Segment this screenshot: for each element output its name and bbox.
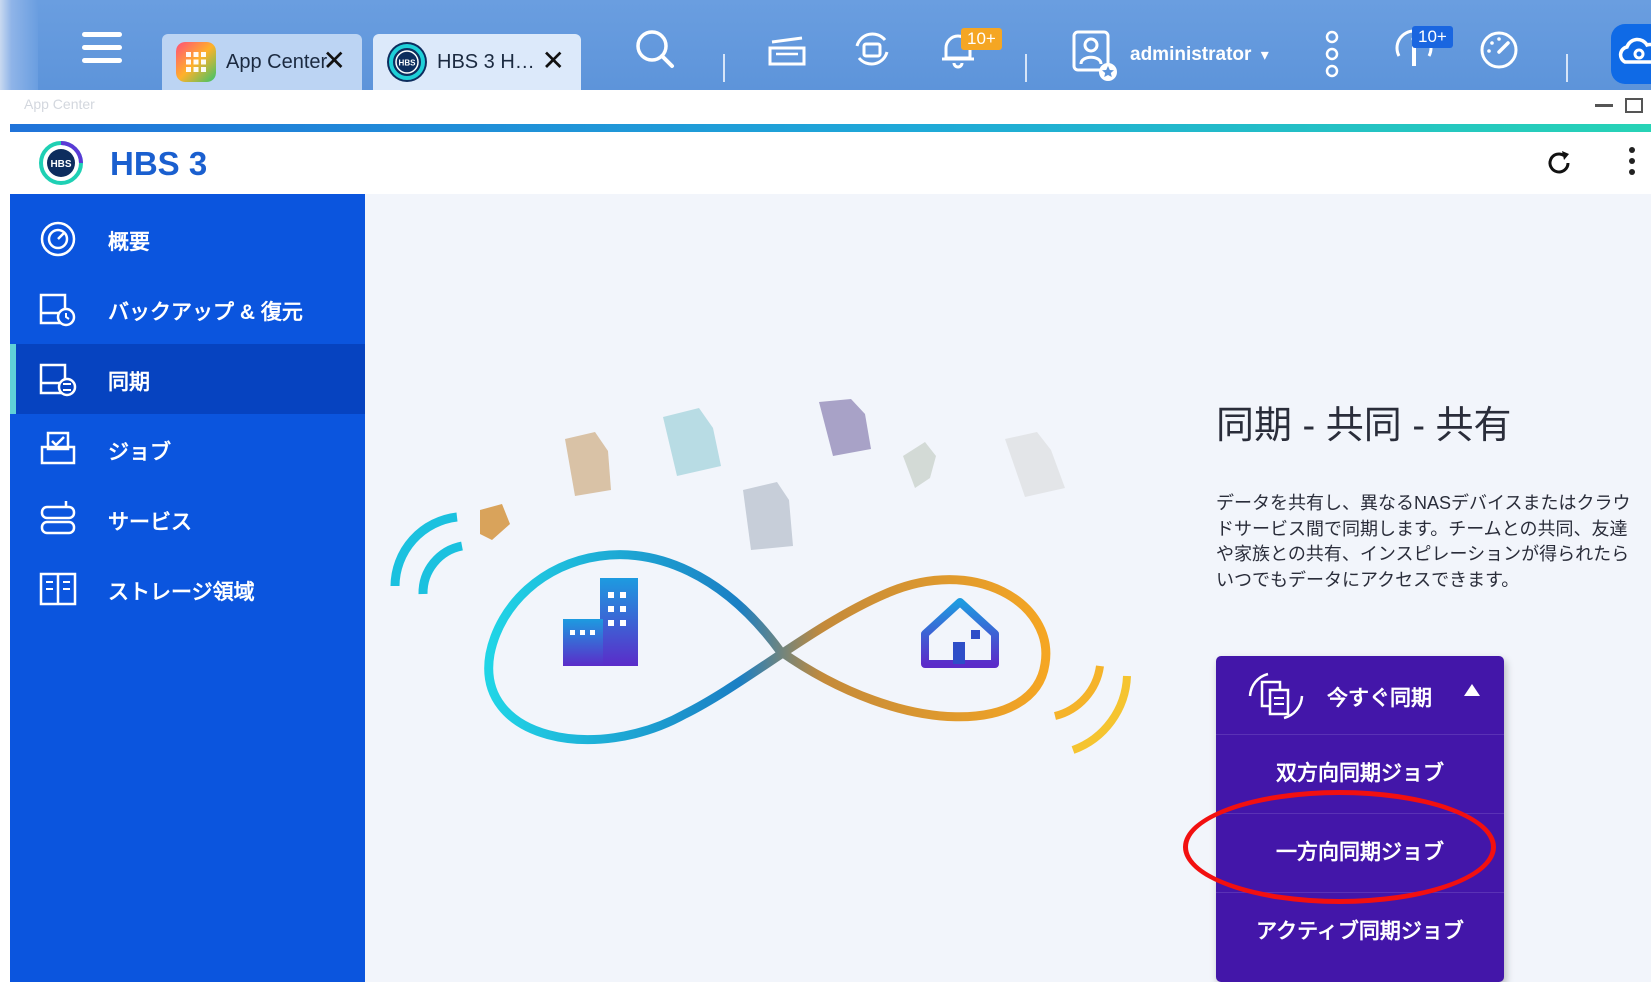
app-title: HBS 3 (110, 145, 208, 182)
minimize-icon[interactable] (1595, 104, 1613, 107)
sidebar-item-label: ストレージ領域 (108, 581, 255, 604)
sidebar: 概要 バックアップ & 復元 同期 ジョブ サービス ストレージ領域 (10, 194, 365, 982)
sidebar-item-label: バックアップ & 復元 (108, 301, 303, 324)
sync-files-icon (1248, 672, 1304, 720)
jobs-icon (40, 431, 76, 465)
window-title: App Center (24, 96, 95, 112)
main-menu-icon[interactable] (82, 32, 122, 72)
sidebar-item-storage-spaces[interactable]: ストレージ領域 (10, 554, 365, 624)
sidebar-item-overview[interactable]: 概要 (10, 204, 365, 274)
window-accent-bar (10, 124, 1651, 132)
top-bar-edge (0, 0, 38, 90)
home-icon (921, 598, 999, 668)
hbs3-icon: HBS (387, 42, 427, 82)
svg-text:HBS: HBS (50, 159, 71, 170)
main-content: 同期 - 共同 - 共有 データを共有し、異なるNASデバイスまたはクラウドサー… (365, 194, 1651, 982)
hbs3-logo-icon: HBS (39, 141, 83, 185)
background-tasks-icon[interactable] (766, 28, 808, 70)
sidebar-item-label: 概要 (108, 231, 150, 254)
username-dropdown[interactable]: administrator ▾ (1130, 44, 1269, 66)
info-count-badge: 10+ (1412, 26, 1453, 48)
hbs3-app-window: App Center ✕ HBS HBS 3 H… ✕ 10+ administ… (0, 0, 1651, 982)
office-building-icon (563, 578, 638, 666)
sidebar-item-jobs[interactable]: ジョブ (10, 414, 365, 484)
qts-top-bar: App Center ✕ HBS HBS 3 H… ✕ 10+ administ… (0, 0, 1651, 90)
app-more-options-icon[interactable] (1628, 147, 1636, 179)
signal-arc (1053, 665, 1104, 720)
chevron-down-icon: ▾ (1260, 47, 1269, 64)
window-title-bar: App Center (10, 90, 1651, 124)
sidebar-item-label: 同期 (108, 371, 150, 394)
document-icons (480, 399, 1065, 550)
user-avatar-icon[interactable] (1070, 28, 1118, 82)
svg-text:HBS: HBS (399, 59, 417, 68)
tab-hbs3[interactable]: HBS HBS 3 H… ✕ (373, 34, 581, 90)
tab-label: HBS 3 H… (437, 50, 535, 73)
signal-arc (418, 541, 464, 595)
two-way-sync-job-menu-item[interactable]: 双方向同期ジョブ (1216, 735, 1504, 814)
sync-now-button[interactable]: 今すぐ同期 (1216, 656, 1504, 735)
external-device-icon[interactable] (851, 28, 893, 70)
close-tab-icon[interactable]: ✕ (323, 47, 346, 75)
toolbar-divider (723, 54, 725, 82)
page-description: データを共有し、異なるNASデバイスまたはクラウドサービス間で同期します。チーム… (1216, 493, 1631, 590)
tab-app-center[interactable]: App Center ✕ (162, 34, 362, 90)
services-icon (40, 501, 76, 535)
sync-icon (39, 363, 77, 397)
sync-now-label: 今すぐ同期 (1327, 687, 1432, 710)
app-center-icon (176, 42, 216, 82)
restore-window-icon[interactable] (1625, 98, 1643, 113)
signal-arc (1071, 675, 1131, 754)
more-options-icon[interactable] (1320, 30, 1344, 80)
myqnapcloud-icon[interactable] (1611, 24, 1651, 84)
search-icon[interactable] (634, 28, 676, 70)
tab-label: App Center (226, 50, 328, 73)
backup-restore-icon (39, 293, 76, 327)
close-tab-icon[interactable]: ✕ (542, 47, 565, 75)
sidebar-item-backup-restore[interactable]: バックアップ & 復元 (10, 274, 365, 344)
active-sync-job-menu-item[interactable]: アクティブ同期ジョブ (1216, 893, 1504, 971)
dashboard-icon (40, 221, 76, 257)
chevron-up-icon (1464, 684, 1480, 696)
refresh-icon[interactable] (1545, 149, 1573, 177)
app-header: HBS HBS 3 (10, 132, 1651, 194)
notification-count-badge: 10+ (961, 28, 1002, 50)
sidebar-item-services[interactable]: サービス (10, 484, 365, 554)
sidebar-item-sync[interactable]: 同期 (10, 344, 365, 414)
one-way-sync-job-menu-item[interactable]: 一方向同期ジョブ (1216, 814, 1504, 893)
storage-spaces-icon (39, 572, 77, 606)
sidebar-item-label: ジョブ (108, 441, 171, 464)
page-heading: 同期 - 共同 - 共有 (1216, 405, 1512, 447)
sync-now-menu: 今すぐ同期 双方向同期ジョブ 一方向同期ジョブ アクティブ同期ジョブ (1216, 656, 1504, 982)
username-text: administrator (1130, 44, 1252, 65)
toolbar-divider (1025, 54, 1027, 82)
resource-monitor-icon[interactable] (1478, 28, 1520, 70)
toolbar-divider (1566, 54, 1568, 82)
sidebar-item-label: サービス (108, 511, 192, 534)
